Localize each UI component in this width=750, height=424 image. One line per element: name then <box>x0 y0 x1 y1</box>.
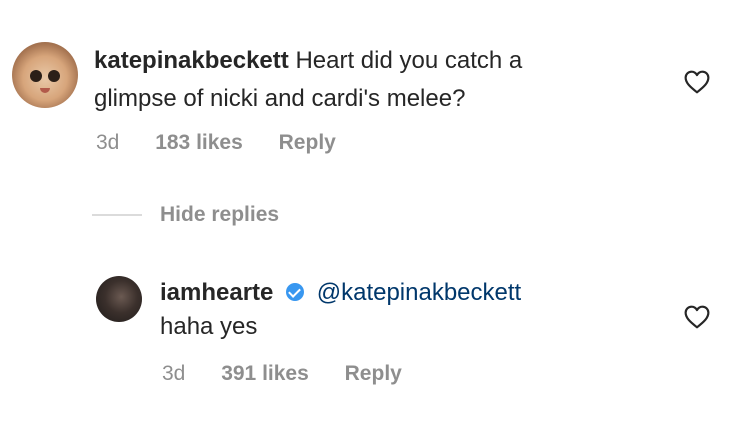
reply-username[interactable]: iamhearte <box>160 279 273 306</box>
comment-meta: 3d 183 likes Reply <box>96 131 366 155</box>
avatar[interactable] <box>12 42 78 108</box>
hide-replies-toggle[interactable]: Hide replies <box>92 200 279 230</box>
heart-outline-icon[interactable] <box>684 305 710 329</box>
hide-replies-divider <box>92 214 142 216</box>
reply-button[interactable]: Reply <box>279 131 336 154</box>
reply-timestamp: 3d <box>162 362 186 385</box>
comment-text: Heart did you catch a <box>295 47 523 74</box>
reply-text: haha yes <box>160 313 258 340</box>
reply-meta: 3d 391 likes Reply <box>162 362 432 386</box>
mention-link[interactable]: @katepinakbeckett <box>317 279 521 306</box>
reply-likes-count[interactable]: 391 likes <box>221 362 309 385</box>
avatar-eye <box>30 70 42 82</box>
verified-badge-icon <box>286 282 305 301</box>
avatar-mouth <box>40 88 50 93</box>
comment-timestamp: 3d <box>96 131 120 154</box>
comment-username[interactable]: katepinakbeckett <box>94 47 289 74</box>
comment-likes-count[interactable]: 183 likes <box>155 131 243 154</box>
heart-outline-icon[interactable] <box>684 70 710 94</box>
avatar-eye <box>48 70 60 82</box>
comment-text-line-2: glimpse of nicki and cardi's melee? <box>94 85 466 112</box>
reply-button[interactable]: Reply <box>345 362 402 385</box>
avatar[interactable] <box>96 276 142 322</box>
hide-replies-label: Hide replies <box>160 203 280 226</box>
reply-text-line-1: iamhearte @katepinakbeckett <box>160 278 521 308</box>
comment-text-line-1: katepinakbeckett Heart did you catch a <box>94 46 522 76</box>
